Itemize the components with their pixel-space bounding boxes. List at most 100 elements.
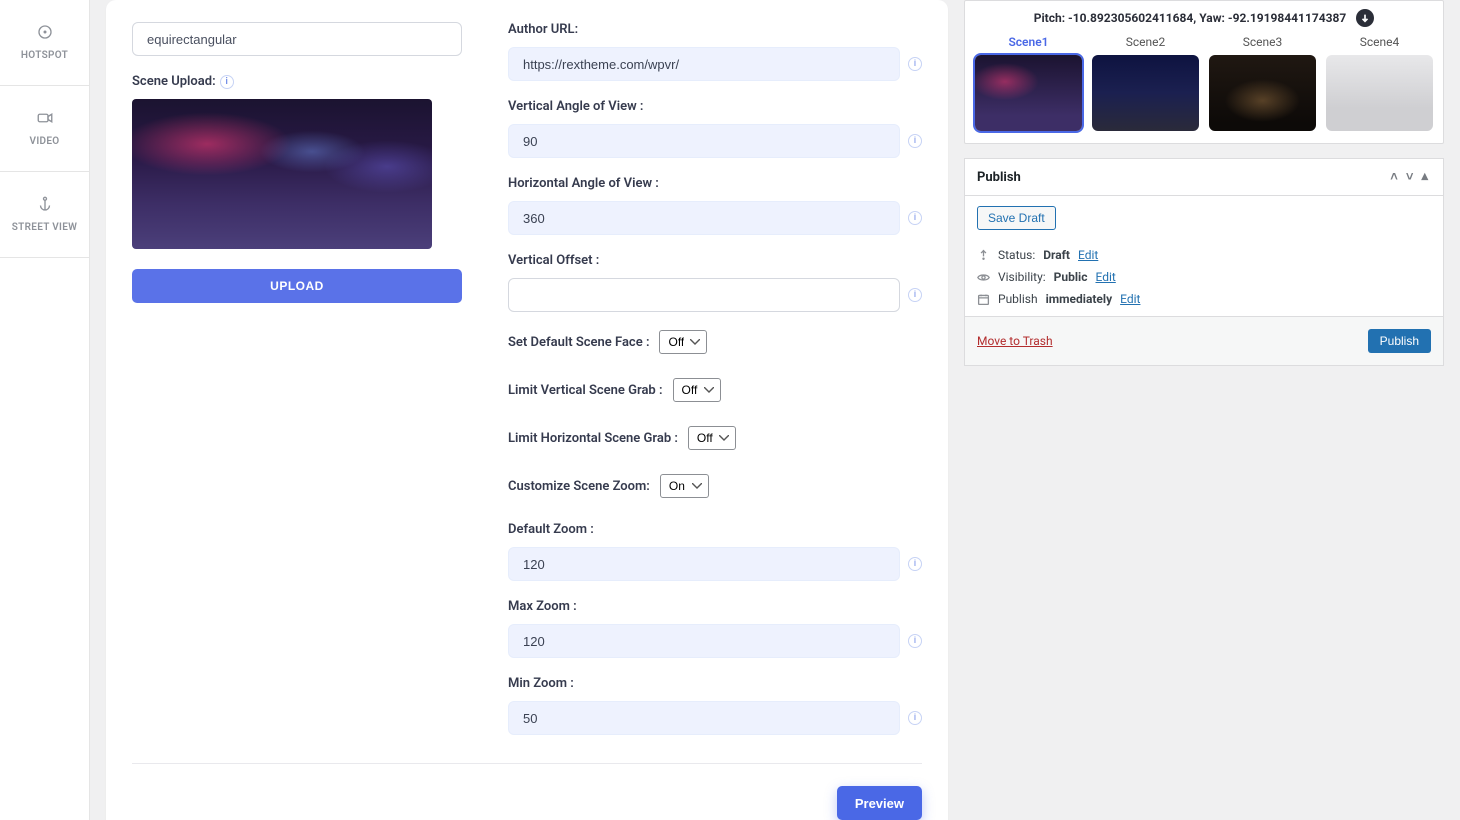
publish-ctrls: ˄ ˅ ▴ bbox=[1387, 169, 1431, 185]
status-row: Status: Draft Edit bbox=[977, 248, 1431, 262]
apply-pitch-button[interactable] bbox=[1356, 9, 1374, 27]
default-zoom-label: Default Zoom : bbox=[508, 522, 922, 537]
scene-tab-3-label: Scene3 bbox=[1243, 35, 1283, 49]
author-url-label: Author URL: bbox=[508, 22, 922, 37]
scene-settings-card: Scene Upload: i UPLOAD Author URL: i Ver… bbox=[106, 0, 948, 820]
min-zoom-input[interactable] bbox=[508, 701, 900, 735]
publish-button[interactable]: Publish bbox=[1368, 329, 1431, 353]
move-to-trash-link[interactable]: Move to Trash bbox=[977, 334, 1053, 348]
scene-tab-2[interactable]: Scene2 bbox=[1092, 35, 1199, 131]
pitch-yaw-row: Pitch: -10.892305602411684, Yaw: -92.191… bbox=[975, 9, 1433, 27]
schedule-value: immediately bbox=[1046, 292, 1113, 306]
arrow-down-icon bbox=[1360, 13, 1370, 23]
vert-offset-input[interactable] bbox=[508, 278, 900, 312]
scene-tab-1-thumb bbox=[975, 55, 1082, 131]
nav-video-label: VIDEO bbox=[30, 135, 60, 148]
target-icon bbox=[36, 23, 54, 41]
default-face-label: Set Default Scene Face : bbox=[508, 335, 649, 350]
nav-hotspot-label: HOTSPOT bbox=[21, 49, 68, 62]
visibility-edit-link[interactable]: Edit bbox=[1095, 270, 1115, 284]
vert-angle-label: Vertical Angle of View : bbox=[508, 99, 922, 114]
pin-icon bbox=[977, 249, 990, 262]
nav-street-view[interactable]: STREET VIEW bbox=[0, 172, 89, 258]
limit-horiz-field: Limit Horizontal Scene Grab : Off bbox=[508, 426, 922, 450]
status-label-text: Status: bbox=[998, 248, 1035, 262]
panel-collapse-icon[interactable]: ▴ bbox=[1418, 169, 1431, 185]
panel-up-icon[interactable]: ˄ bbox=[1387, 169, 1401, 185]
preview-button[interactable]: Preview bbox=[837, 786, 922, 820]
right-col: Author URL: i Vertical Angle of View : i… bbox=[508, 22, 922, 735]
author-url-input[interactable] bbox=[508, 47, 900, 81]
info-icon[interactable]: i bbox=[908, 134, 922, 148]
nav-video[interactable]: VIDEO bbox=[0, 86, 89, 172]
scene-upload-preview[interactable] bbox=[132, 99, 432, 249]
visibility-row: Visibility: Public Edit bbox=[977, 270, 1431, 284]
schedule-edit-link[interactable]: Edit bbox=[1120, 292, 1140, 306]
info-icon[interactable]: i bbox=[908, 557, 922, 571]
scene-tab-1-label: Scene1 bbox=[1008, 35, 1048, 49]
panel-down-icon[interactable]: ˅ bbox=[1403, 169, 1417, 185]
scene-tab-2-thumb bbox=[1092, 55, 1199, 131]
info-icon[interactable]: i bbox=[908, 57, 922, 71]
scene-tab-1[interactable]: Scene1 bbox=[975, 35, 1082, 131]
info-icon[interactable]: i bbox=[220, 75, 234, 89]
default-face-select[interactable]: Off bbox=[659, 330, 707, 354]
scene-tab-3-thumb bbox=[1209, 55, 1316, 131]
nav-street-view-label: STREET VIEW bbox=[12, 221, 77, 234]
publish-foot: Move to Trash Publish bbox=[965, 316, 1443, 365]
left-nav: HOTSPOT VIDEO STREET VIEW bbox=[0, 0, 90, 820]
status-value: Draft bbox=[1043, 248, 1070, 262]
scene-status-card: Pitch: -10.892305602411684, Yaw: -92.191… bbox=[964, 0, 1444, 144]
custom-zoom-label: Customize Scene Zoom: bbox=[508, 479, 650, 494]
scene-tab-2-label: Scene2 bbox=[1126, 35, 1166, 49]
info-icon[interactable]: i bbox=[908, 288, 922, 302]
scene-tab-4-thumb bbox=[1326, 55, 1433, 131]
scene-upload-label: Scene Upload: i bbox=[132, 74, 462, 89]
limit-vert-label: Limit Vertical Scene Grab : bbox=[508, 383, 663, 398]
pitch-yaw-text: Pitch: -10.892305602411684, Yaw: -92.191… bbox=[1034, 11, 1347, 25]
schedule-row: Publish immediately Edit bbox=[977, 292, 1431, 306]
info-icon[interactable]: i bbox=[908, 711, 922, 725]
vert-offset-label: Vertical Offset : bbox=[508, 253, 922, 268]
left-col: Scene Upload: i UPLOAD bbox=[132, 22, 462, 735]
status-edit-link[interactable]: Edit bbox=[1078, 248, 1098, 262]
scene-tab-3[interactable]: Scene3 bbox=[1209, 35, 1316, 131]
video-icon bbox=[36, 109, 54, 127]
limit-horiz-label: Limit Horizontal Scene Grab : bbox=[508, 431, 678, 446]
scene-type-input[interactable] bbox=[132, 22, 462, 56]
preview-row: Preview bbox=[132, 786, 922, 820]
schedule-label-text: Publish bbox=[998, 292, 1038, 306]
info-icon[interactable]: i bbox=[908, 211, 922, 225]
default-face-field: Set Default Scene Face : Off bbox=[508, 330, 922, 354]
right-sidebar: Pitch: -10.892305602411684, Yaw: -92.191… bbox=[964, 0, 1460, 820]
main: Scene Upload: i UPLOAD Author URL: i Ver… bbox=[90, 0, 964, 820]
calendar-icon bbox=[977, 293, 990, 306]
anchor-icon bbox=[36, 195, 54, 213]
scene-upload-label-text: Scene Upload: bbox=[132, 74, 216, 89]
scene-tabs: Scene1 Scene2 Scene3 Scene4 bbox=[975, 35, 1433, 131]
scene-tab-4-label: Scene4 bbox=[1360, 35, 1400, 49]
publish-title: Publish bbox=[977, 170, 1021, 185]
max-zoom-label: Max Zoom : bbox=[508, 599, 922, 614]
publish-head: Publish ˄ ˅ ▴ bbox=[965, 159, 1443, 196]
upload-button[interactable]: UPLOAD bbox=[132, 269, 462, 303]
limit-horiz-select[interactable]: Off bbox=[688, 426, 736, 450]
vert-angle-input[interactable] bbox=[508, 124, 900, 158]
publish-body: Save Draft Status: Draft Edit Visibility… bbox=[965, 196, 1443, 306]
max-zoom-input[interactable] bbox=[508, 624, 900, 658]
visibility-label-text: Visibility: bbox=[998, 270, 1046, 284]
scene-tab-4[interactable]: Scene4 bbox=[1326, 35, 1433, 131]
horiz-angle-input[interactable] bbox=[508, 201, 900, 235]
publish-card: Publish ˄ ˅ ▴ Save Draft Status: Draft E… bbox=[964, 158, 1444, 366]
default-zoom-input[interactable] bbox=[508, 547, 900, 581]
visibility-value: Public bbox=[1054, 270, 1088, 284]
custom-zoom-select[interactable]: On bbox=[660, 474, 709, 498]
limit-vert-select[interactable]: Off bbox=[673, 378, 721, 402]
nav-hotspot[interactable]: HOTSPOT bbox=[0, 0, 89, 86]
save-draft-button[interactable]: Save Draft bbox=[977, 206, 1056, 230]
eye-icon bbox=[977, 271, 990, 284]
custom-zoom-field: Customize Scene Zoom: On bbox=[508, 474, 922, 498]
horiz-angle-label: Horizontal Angle of View : bbox=[508, 176, 922, 191]
info-icon[interactable]: i bbox=[908, 634, 922, 648]
min-zoom-label: Min Zoom : bbox=[508, 676, 922, 691]
